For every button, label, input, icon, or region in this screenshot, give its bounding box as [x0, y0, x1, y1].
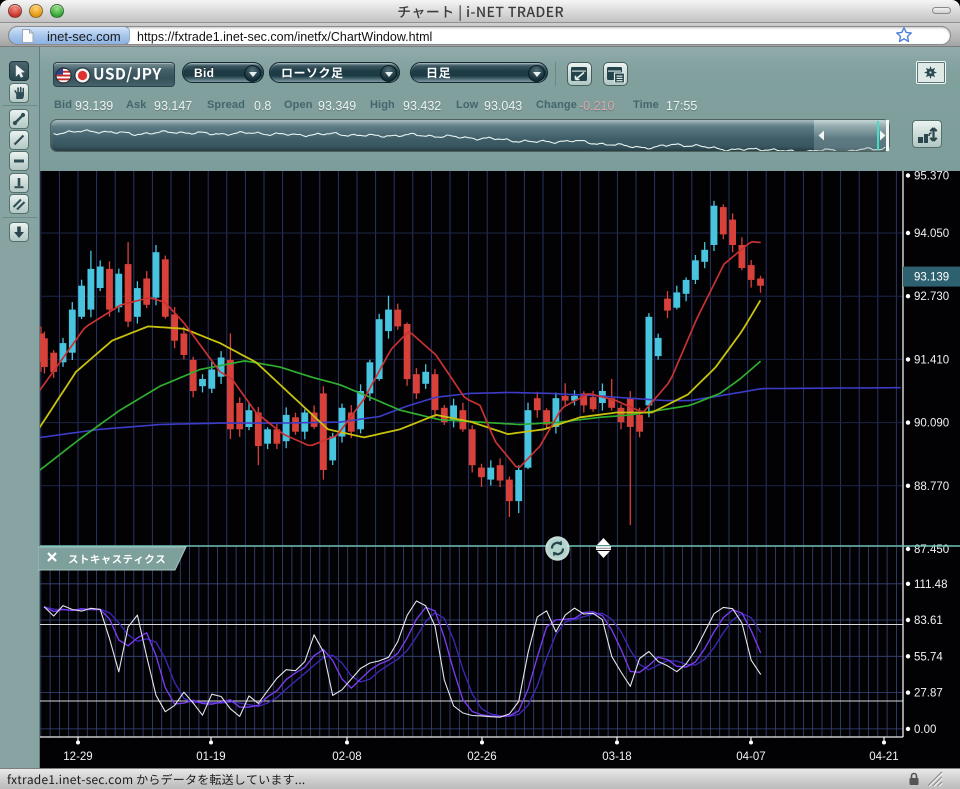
svg-text:27.87: 27.87 — [914, 688, 943, 700]
svg-text:93.139: 93.139 — [914, 272, 949, 284]
svg-text:02-26: 02-26 — [467, 751, 496, 763]
svg-text:95.370: 95.370 — [914, 171, 949, 183]
svg-text:01-19: 01-19 — [196, 751, 225, 763]
svg-text:02-08: 02-08 — [332, 751, 361, 763]
svg-text:55.74: 55.74 — [914, 651, 943, 663]
svg-text:04-07: 04-07 — [736, 751, 765, 763]
svg-text:91.410: 91.410 — [914, 354, 949, 366]
svg-text:90.090: 90.090 — [914, 418, 949, 430]
svg-text:94.050: 94.050 — [914, 228, 949, 240]
svg-text:92.730: 92.730 — [914, 291, 949, 303]
svg-text:03-18: 03-18 — [602, 751, 631, 763]
svg-text:88.770: 88.770 — [914, 481, 949, 493]
svg-text:04-21: 04-21 — [869, 751, 898, 763]
svg-text:12-29: 12-29 — [63, 751, 92, 763]
svg-text:83.61: 83.61 — [914, 615, 943, 627]
svg-text:0.00: 0.00 — [914, 724, 936, 736]
svg-text:111.48: 111.48 — [914, 579, 947, 591]
